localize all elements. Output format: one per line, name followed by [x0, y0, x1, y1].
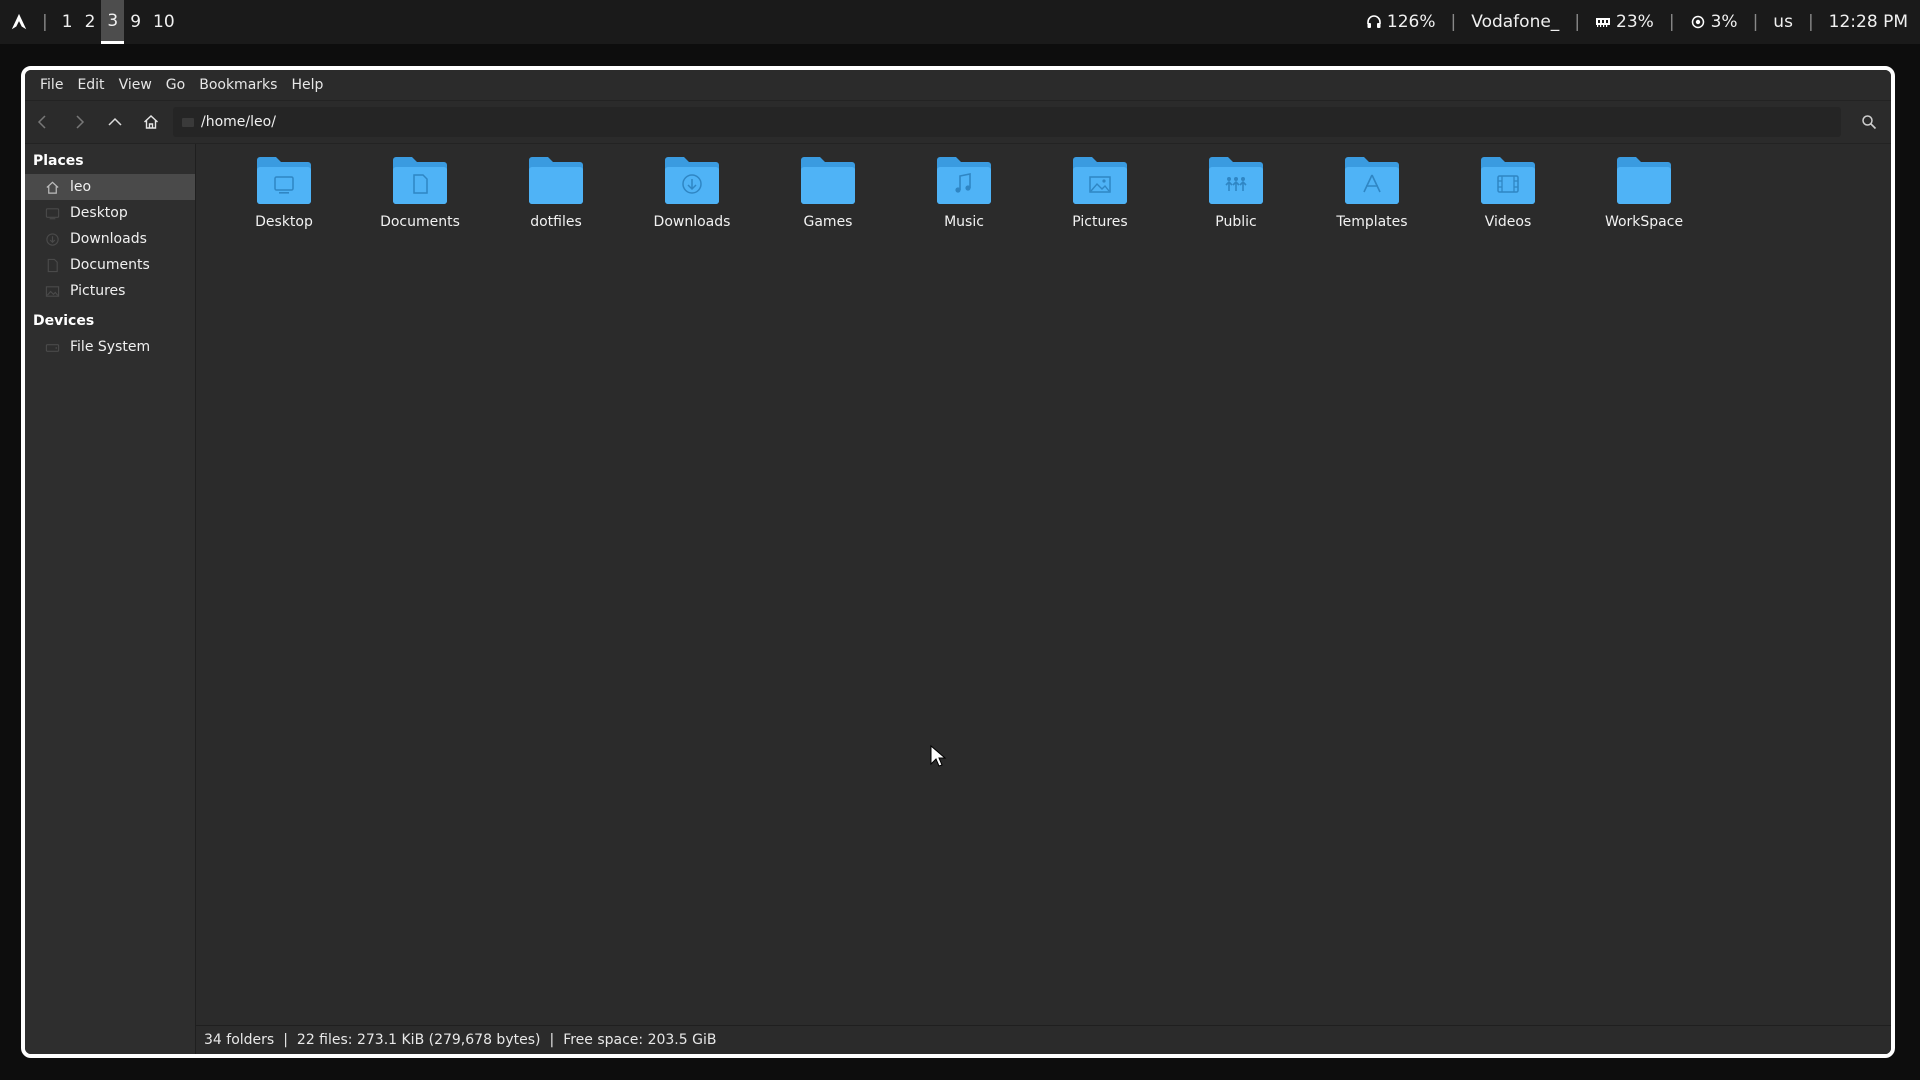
- folder-item-music[interactable]: Music: [896, 154, 1032, 230]
- location-bar[interactable]: /home/leo/: [173, 107, 1841, 137]
- sidebar-item-desktop[interactable]: Desktop: [25, 200, 195, 226]
- workspace-2[interactable]: 2: [79, 0, 102, 44]
- folder-pictures-icon: [1073, 157, 1127, 204]
- folder-item-videos[interactable]: Videos: [1440, 154, 1576, 230]
- devices-header: Devices: [33, 313, 95, 329]
- folder-desktop-icon: [257, 157, 311, 204]
- keyboard-layout[interactable]: us: [1773, 12, 1793, 32]
- file-view[interactable]: Desktop Documents dotfiles Downloads Gam…: [196, 144, 1891, 1054]
- folder-downloads-icon: [665, 157, 719, 204]
- desktop-icon: [45, 207, 60, 219]
- volume-indicator[interactable]: 126%: [1366, 12, 1436, 32]
- workspace-1[interactable]: 1: [56, 0, 79, 44]
- memory-icon: [1596, 18, 1611, 27]
- chevron-left-icon: [37, 115, 46, 129]
- sidebar: Places leo Desktop Downloads Documents P…: [25, 144, 196, 1054]
- drive-icon: [45, 343, 60, 352]
- memory-indicator[interactable]: 23%: [1595, 12, 1654, 32]
- menu-bar: File Edit View Go Bookmarks Help: [25, 70, 1891, 101]
- status-file-count: 22 files: 273.1 KiB (279,678 bytes): [296, 1032, 541, 1048]
- folder-item-games[interactable]: Games: [760, 154, 896, 230]
- folder-item-dotfiles[interactable]: dotfiles: [488, 154, 624, 230]
- clock[interactable]: 12:28 PM: [1829, 12, 1908, 32]
- home-icon: [144, 115, 158, 129]
- places-header: Places: [33, 153, 84, 169]
- pictures-icon: [45, 285, 60, 297]
- status-folder-count: 34 folders: [204, 1032, 275, 1048]
- up-button[interactable]: [97, 104, 133, 140]
- menu-help[interactable]: Help: [284, 77, 330, 93]
- status-bar: 34 folders | 22 files: 273.1 KiB (279,67…: [196, 1025, 1891, 1054]
- folder-music-icon: [937, 157, 991, 204]
- status-free-space: Free space: 203.5 GiB: [563, 1032, 717, 1048]
- folder-icon: [1617, 157, 1671, 204]
- file-manager-window: File Edit View Go Bookmarks Help /home/l…: [21, 66, 1895, 1058]
- sidebar-item-file-system[interactable]: File System: [25, 334, 195, 360]
- folder-videos-icon: [1481, 157, 1535, 204]
- headphones-icon: [1367, 15, 1381, 28]
- folder-templates-icon: [1345, 157, 1399, 204]
- mouse-cursor-icon: [930, 744, 947, 767]
- folder-item-public[interactable]: Public: [1168, 154, 1304, 230]
- folder-documents-icon: [393, 157, 447, 204]
- menu-file[interactable]: File: [33, 77, 70, 93]
- folder-public-icon: [1209, 157, 1263, 204]
- folder-icon: [801, 157, 855, 204]
- documents-icon: [47, 258, 58, 272]
- sidebar-item-documents[interactable]: Documents: [25, 252, 195, 278]
- search-icon: [1862, 115, 1877, 130]
- workspace-10[interactable]: 10: [147, 0, 181, 44]
- menu-edit[interactable]: Edit: [70, 77, 111, 93]
- folder-item-downloads[interactable]: Downloads: [624, 154, 760, 230]
- arch-linux-logo-icon[interactable]: [10, 13, 28, 31]
- menu-view[interactable]: View: [112, 77, 159, 93]
- folder-grid: Desktop Documents dotfiles Downloads Gam…: [216, 154, 1712, 230]
- home-icon: [46, 181, 59, 194]
- network-indicator[interactable]: Vodafone_: [1471, 12, 1559, 32]
- sidebar-item-leo[interactable]: leo: [25, 174, 195, 200]
- forward-button[interactable]: [61, 104, 97, 140]
- menu-bookmarks[interactable]: Bookmarks: [192, 77, 284, 93]
- folder-item-documents[interactable]: Documents: [352, 154, 488, 230]
- downloads-icon: [46, 232, 59, 246]
- folder-small-icon: [182, 118, 194, 127]
- home-button[interactable]: [133, 104, 169, 140]
- workspace-3[interactable]: 3: [101, 0, 125, 44]
- search-button[interactable]: [1853, 106, 1885, 138]
- cpu-indicator[interactable]: 3%: [1690, 12, 1738, 32]
- sidebar-item-pictures[interactable]: Pictures: [25, 278, 195, 304]
- chevron-up-icon: [108, 117, 122, 126]
- menu-go[interactable]: Go: [159, 77, 192, 93]
- workspace-9[interactable]: 9: [124, 0, 147, 44]
- cpu-icon: [1691, 15, 1704, 29]
- toolbar: /home/leo/: [25, 101, 1891, 144]
- sidebar-item-downloads[interactable]: Downloads: [25, 226, 195, 252]
- folder-item-pictures[interactable]: Pictures: [1032, 154, 1168, 230]
- location-path: /home/leo/: [201, 114, 276, 130]
- folder-item-templates[interactable]: Templates: [1304, 154, 1440, 230]
- folder-item-workspace[interactable]: WorkSpace: [1576, 154, 1712, 230]
- chevron-right-icon: [76, 115, 85, 129]
- top-panel: | 1 2 3 9 10 126% | Vodafone_ | 23% | 3%…: [0, 0, 1920, 44]
- back-button[interactable]: [25, 104, 61, 140]
- folder-item-desktop[interactable]: Desktop: [216, 154, 352, 230]
- folder-icon: [529, 157, 583, 204]
